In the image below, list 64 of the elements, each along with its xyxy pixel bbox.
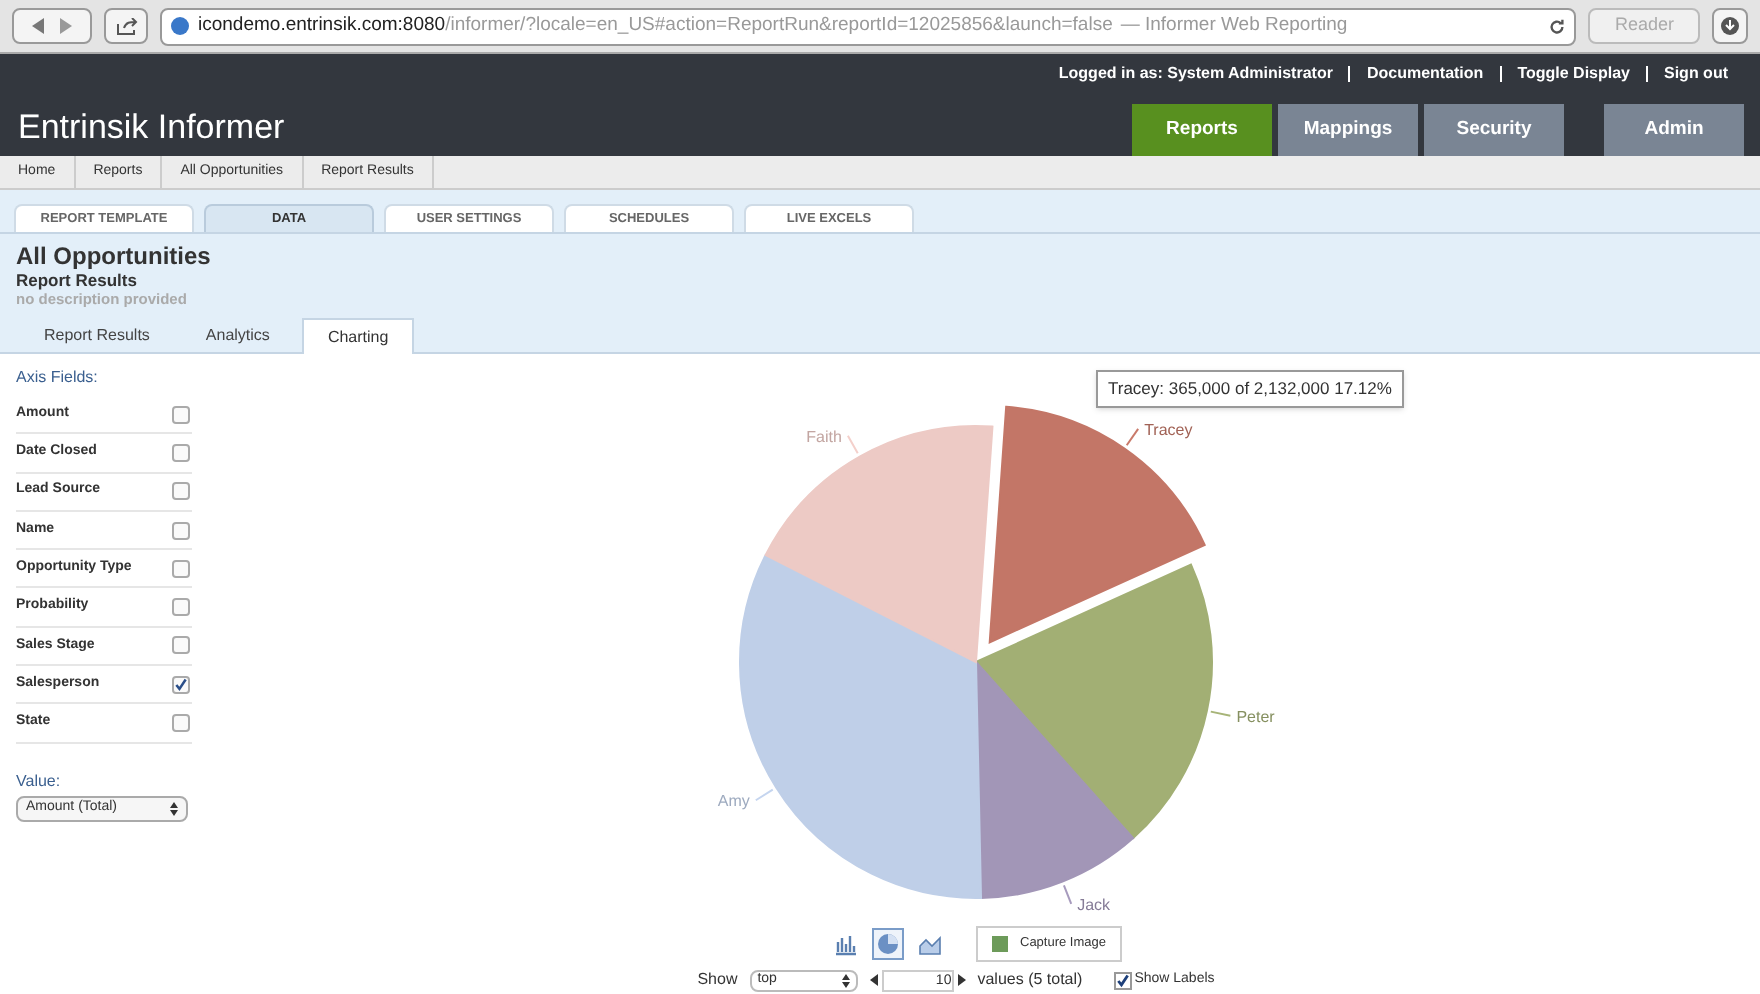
field-checkbox[interactable] [172, 443, 190, 462]
subtab[interactable]: Report Results [20, 318, 174, 354]
pie-slice[interactable] [975, 661, 1135, 899]
slice-label: Faith [806, 427, 859, 455]
field-checkbox[interactable] [172, 405, 190, 424]
show-label: Show [697, 968, 738, 992]
slice-label: Peter [1209, 707, 1275, 726]
nav-tab[interactable]: Security [1424, 104, 1564, 156]
image-icon [992, 936, 1008, 952]
field-checkbox[interactable] [172, 636, 190, 655]
share-button[interactable] [104, 8, 148, 44]
nav-tab[interactable]: Admin [1604, 104, 1744, 156]
pie-slice[interactable] [975, 563, 1213, 840]
slice-label: Jack [1062, 884, 1111, 914]
bar-chart-icon [834, 932, 858, 956]
subtab[interactable]: Charting [301, 318, 415, 354]
forward-icon [60, 18, 72, 34]
field-checkbox[interactable] [172, 559, 190, 578]
header-link[interactable]: Documentation [1366, 62, 1484, 86]
slice-label: Faith [806, 427, 842, 446]
field-checkbox[interactable] [172, 675, 190, 694]
slice-label: Tracey [1144, 420, 1193, 439]
axis-fields-label: Axis Fields: [16, 366, 100, 390]
back-forward-button[interactable] [12, 8, 92, 44]
chart-tooltip: Tracey: 365,000 of 2,132,000 17.12% [1096, 370, 1404, 408]
pie-slice[interactable] [988, 405, 1206, 644]
field-checkbox[interactable] [172, 598, 190, 617]
field-checkbox[interactable] [172, 521, 190, 540]
header-link[interactable]: Toggle Display [1517, 62, 1630, 86]
slice-label: Peter [1236, 707, 1276, 726]
share-icon [115, 17, 137, 35]
field-checkbox[interactable] [172, 482, 190, 501]
slice-label: Jack [1077, 895, 1113, 914]
nav-tab[interactable]: Reports [1132, 104, 1272, 156]
page-title: — Informer Web Reporting [1120, 11, 1348, 40]
subtab[interactable]: Analytics [181, 318, 294, 354]
dropdown-arrows-icon [841, 973, 850, 987]
increment-icon[interactable] [957, 974, 966, 986]
report-subtitle: Report Results [16, 270, 139, 290]
globe-icon [170, 16, 190, 36]
url-host: icondemo.entrinsik.com:8080 [198, 11, 446, 40]
value-label: Value: [16, 769, 63, 794]
download-button[interactable] [1712, 8, 1748, 44]
area-chart-icon [918, 932, 942, 956]
slice-label: Amy [717, 792, 750, 811]
show-labels-checkbox[interactable] [1114, 971, 1133, 989]
logged-in-label: Logged in as: System Administrator [1058, 62, 1333, 86]
url-path: /informer/?locale=en_US#action=ReportRun&reportId=12025856&launch=false [445, 11, 1113, 40]
slice-label: Tracey [1125, 420, 1193, 447]
report-title: All Opportunities [16, 244, 213, 270]
nav-tab[interactable]: Mappings [1278, 104, 1418, 156]
slice-label: Amy [717, 788, 774, 811]
download-icon [1720, 16, 1740, 36]
app-logo: Entrinsik Informer [18, 105, 285, 149]
header-link[interactable]: Sign out [1664, 62, 1728, 86]
decrement-icon[interactable] [869, 974, 878, 986]
reload-icon [1548, 17, 1567, 35]
pie-chart-icon [876, 932, 900, 956]
address-bar[interactable]: icondemo.entrinsik.com:8080/informer/?locale=en_US#action=ReportRun&reportId=12025856&launch=false — Informer Web Reporting [160, 7, 1577, 45]
dropdown-arrows-icon [170, 801, 178, 816]
chart-type-button[interactable] [872, 928, 904, 960]
back-icon [32, 18, 44, 34]
values-total: values (5 total) [977, 968, 1083, 992]
field-checkbox[interactable] [172, 714, 190, 733]
